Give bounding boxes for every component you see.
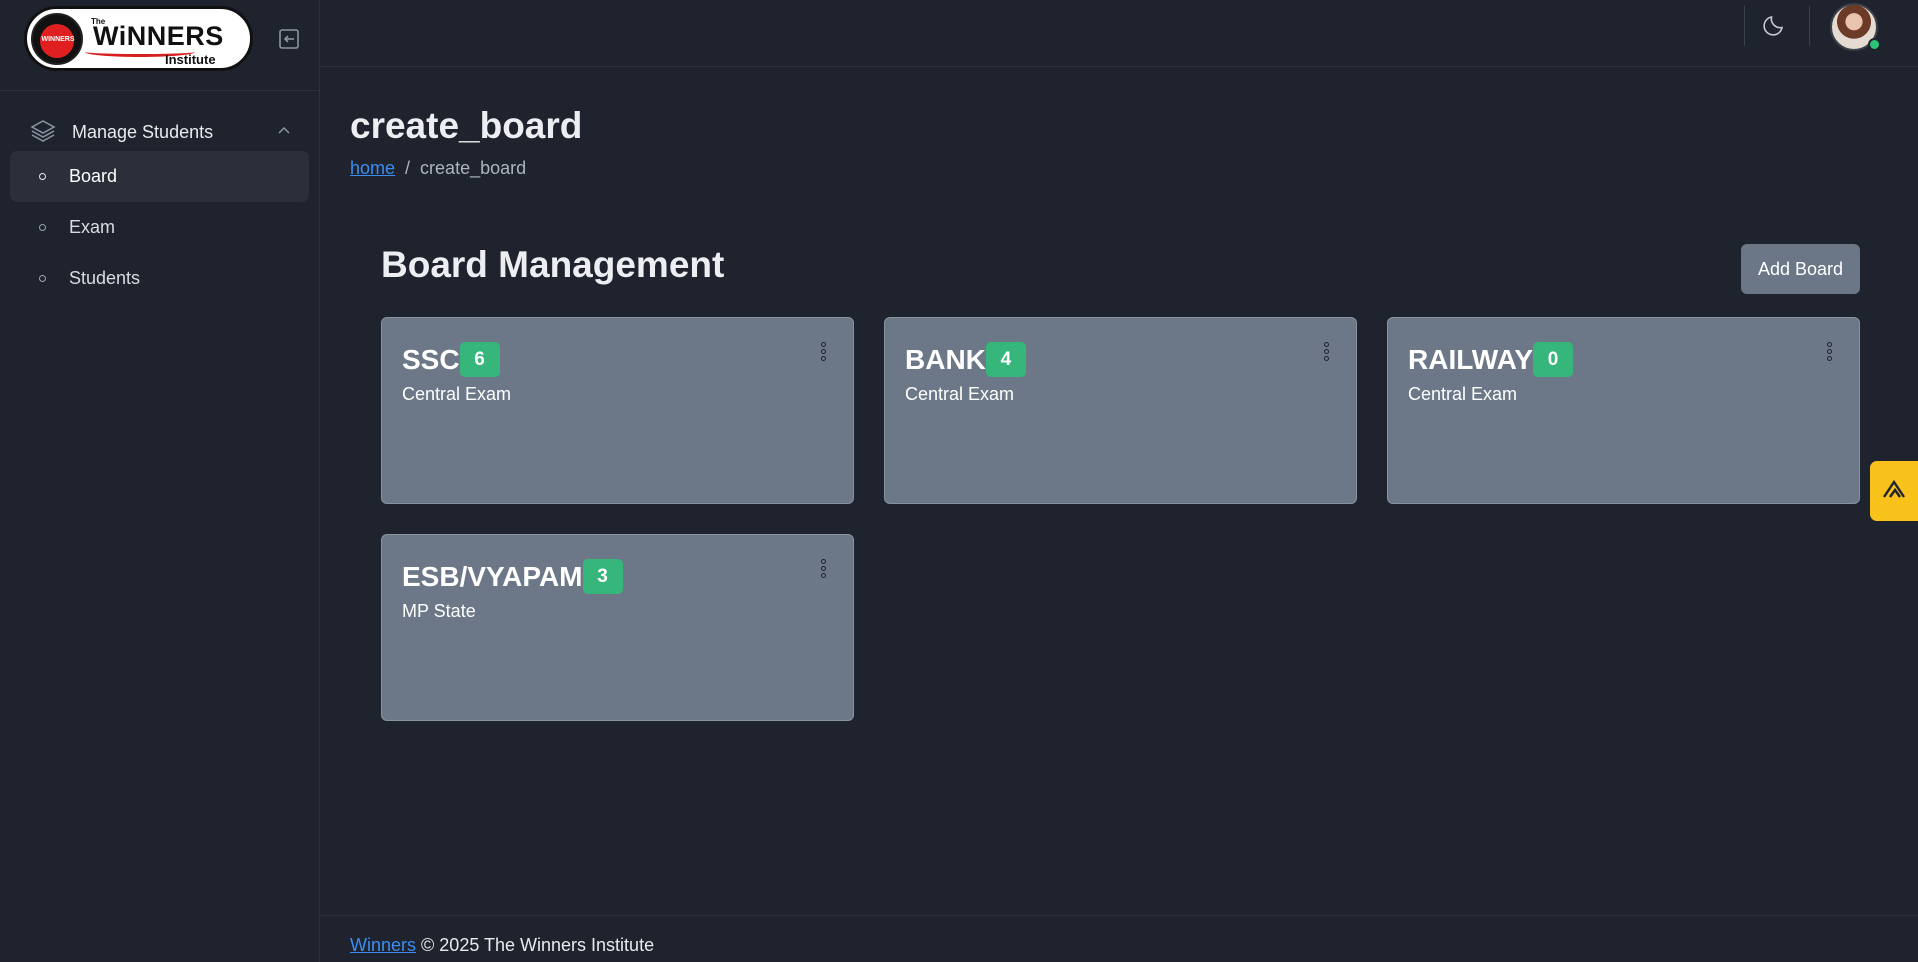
floating-widget-tab[interactable] <box>1870 461 1918 521</box>
sidebar-menu: Manage Students Board Exam Students <box>0 91 319 304</box>
board-card-bank[interactable]: BANK 4 Central Exam <box>884 317 1357 504</box>
board-subtitle: MP State <box>402 601 476 621</box>
topbar-divider <box>1744 6 1745 46</box>
sidebar-collapse-icon[interactable] <box>278 28 300 50</box>
chevron-up-icon <box>277 123 291 142</box>
sidebar-item-board[interactable]: Board <box>10 151 309 202</box>
board-subtitle: Central Exam <box>1408 384 1518 404</box>
board-count-badge: 4 <box>985 342 1026 377</box>
sidebar-item-label: Exam <box>69 217 116 237</box>
kebab-menu-icon[interactable] <box>821 342 827 364</box>
sidebar-header: WINNERS The WiNNERS Institute <box>0 0 319 91</box>
board-subtitle: Central Exam <box>905 384 1015 404</box>
board-name: ESB/VYAPAM <box>402 560 583 592</box>
board-card-title: SSC 6 <box>402 342 500 377</box>
board-name: RAILWAY <box>1408 343 1533 375</box>
page-title: create_board <box>350 105 583 146</box>
topbar-divider <box>1809 6 1810 46</box>
sidebar-item-label: Students <box>69 268 141 288</box>
breadcrumb: home / create_board <box>350 158 526 179</box>
board-name: BANK <box>905 343 986 375</box>
topbar <box>320 0 1918 67</box>
kebab-menu-icon[interactable] <box>1827 342 1833 364</box>
footer-copyright: © 2025 The Winners Institute <box>421 935 655 955</box>
breadcrumb-separator: / <box>405 158 411 178</box>
breadcrumb-current: create_board <box>420 158 527 178</box>
board-card-ssc[interactable]: SSC 6 Central Exam <box>381 317 854 504</box>
layers-icon <box>30 118 56 147</box>
logo-seal: WINNERS <box>31 13 83 65</box>
footer: Winners © 2025 The Winners Institute <box>320 915 1918 962</box>
board-card-railway[interactable]: RAILWAY 0 Central Exam <box>1387 317 1860 504</box>
board-count-badge: 0 <box>1533 342 1573 377</box>
sidebar: WINNERS The WiNNERS Institute Manage Stu… <box>0 0 320 962</box>
board-card-title: BANK 4 <box>905 342 1026 377</box>
sidebar-item-label: Board <box>69 166 118 186</box>
sidebar-item-exam[interactable]: Exam <box>10 202 309 253</box>
bullet-icon <box>39 173 46 180</box>
add-board-button[interactable]: Add Board <box>1741 244 1860 294</box>
section-title: Board Management <box>381 244 725 285</box>
board-count-badge: 6 <box>459 342 500 377</box>
board-card-title: ESB/VYAPAM 3 <box>402 559 623 594</box>
online-status-indicator <box>1868 38 1881 51</box>
breadcrumb-home-link[interactable]: home <box>350 158 395 179</box>
kebab-menu-icon[interactable] <box>1324 342 1330 364</box>
board-card-title: RAILWAY 0 <box>1408 342 1573 377</box>
board-card-esb-vyapam[interactable]: ESB/VYAPAM 3 MP State <box>381 534 854 721</box>
sidebar-item-students[interactable]: Students <box>10 253 309 304</box>
footer-text: Winners © 2025 The Winners Institute <box>350 935 654 956</box>
kebab-menu-icon[interactable] <box>821 559 827 581</box>
board-subtitle: Central Exam <box>402 384 512 404</box>
caret-up-double-icon <box>1882 479 1906 504</box>
logo-sub-text: Institute <box>165 52 216 67</box>
moon-icon[interactable] <box>1762 11 1788 37</box>
brand-logo[interactable]: WINNERS The WiNNERS Institute <box>24 6 253 71</box>
board-count-badge: 3 <box>582 559 623 594</box>
bullet-icon <box>39 224 46 231</box>
board-name: SSC <box>402 343 460 375</box>
bullet-icon <box>39 275 46 282</box>
menu-group-label: Manage Students <box>72 121 214 142</box>
footer-brand-link[interactable]: Winners <box>350 935 416 955</box>
menu-group-manage-students[interactable]: Manage Students <box>10 113 309 151</box>
